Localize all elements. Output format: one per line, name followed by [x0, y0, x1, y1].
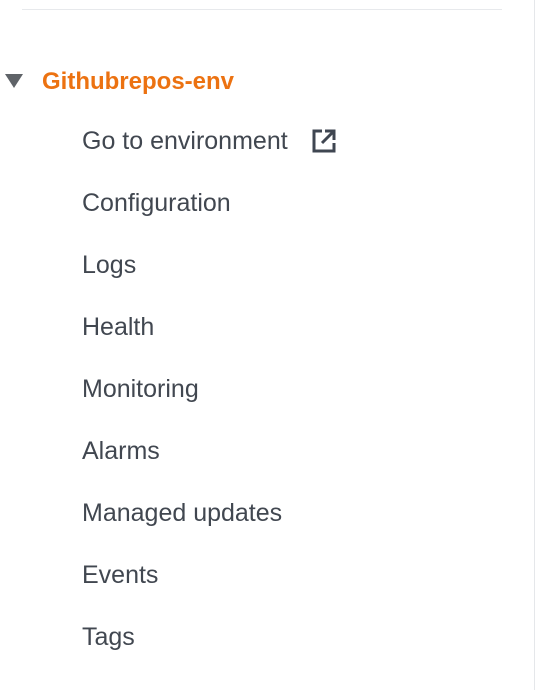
nav-item-label[interactable]: Monitoring [82, 368, 199, 410]
nav-item-monitoring[interactable]: Monitoring [82, 368, 338, 430]
nav-item-logs[interactable]: Logs [82, 244, 338, 306]
nav-item-configuration[interactable]: Configuration [82, 182, 338, 244]
triangle-down-icon[interactable] [5, 74, 23, 88]
nav-item-label[interactable]: Events [82, 554, 158, 596]
nav-item-label[interactable]: Logs [82, 244, 136, 286]
nav-item-label[interactable]: Configuration [82, 182, 231, 224]
nav-item-label[interactable]: Tags [82, 616, 135, 658]
nav-item-label[interactable]: Health [82, 306, 154, 348]
top-divider [22, 9, 502, 10]
nav-item-label[interactable]: Go to environment [82, 120, 288, 162]
nav-item-health[interactable]: Health [82, 306, 338, 368]
nav-item-alarms[interactable]: Alarms [82, 430, 338, 492]
external-link-icon[interactable] [310, 127, 338, 155]
nav-item-label[interactable]: Alarms [82, 430, 160, 472]
environment-title[interactable]: Githubrepos-env [42, 64, 234, 100]
environment-navigation-panel: Githubrepos-env Go to environment Config… [0, 0, 550, 690]
nav-item-managed-updates[interactable]: Managed updates [82, 492, 338, 554]
environment-nav-list: Go to environment Configuration Logs Hea… [82, 120, 338, 678]
nav-item-go-to-environment[interactable]: Go to environment [82, 120, 338, 182]
nav-item-label[interactable]: Managed updates [82, 492, 282, 534]
nav-item-tags[interactable]: Tags [82, 616, 338, 678]
panel-divider [534, 0, 535, 690]
nav-item-events[interactable]: Events [82, 554, 338, 616]
